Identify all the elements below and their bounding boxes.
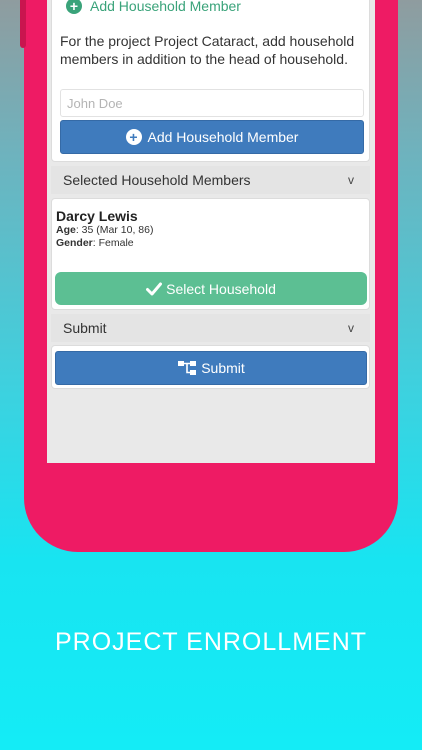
add-member-panel: + Add Household Member For the project P… (51, 0, 370, 162)
submit-section-header[interactable]: Submit v (51, 314, 370, 342)
chevron-down-icon: v (348, 321, 354, 335)
selected-members-panel: Darcy Lewis Age: 35 (Mar 10, 86) Gender:… (51, 198, 370, 310)
add-household-member-button-label: Add Household Member (147, 129, 299, 145)
submit-section-title: Submit (63, 320, 107, 336)
enrollment-description: For the project Project Cataract, add ho… (60, 33, 355, 67)
member-gender: Gender: Female (56, 237, 134, 249)
add-household-member-link-label: Add Household Member (90, 0, 241, 14)
select-household-button[interactable]: Select Household (55, 272, 367, 305)
select-household-button-label: Select Household (166, 280, 276, 297)
member-gender-value: : Female (92, 237, 134, 249)
member-name-input[interactable] (60, 89, 364, 117)
check-icon (146, 282, 163, 295)
submit-button-label: Submit (201, 360, 245, 376)
submit-button[interactable]: Submit (55, 351, 367, 385)
phone-side-edge (20, 0, 26, 48)
submit-panel: Submit (51, 345, 370, 389)
chevron-down-icon: v (348, 173, 354, 187)
member-age: Age: 35 (Mar 10, 86) (56, 224, 153, 236)
add-household-member-link[interactable]: + Add Household Member (66, 0, 241, 14)
app-screen: + Add Household Member For the project P… (47, 0, 375, 463)
member-age-label: Age (56, 224, 76, 236)
sitemap-icon (178, 361, 197, 375)
selected-members-section-header[interactable]: Selected Household Members v (51, 166, 370, 194)
add-household-member-button[interactable]: + Add Household Member (60, 120, 364, 154)
marketing-caption: PROJECT ENROLLMENT (54, 628, 368, 656)
plus-circle-icon: + (125, 129, 142, 145)
selected-members-section-title: Selected Household Members (63, 172, 251, 188)
plus-circle-icon: + (66, 0, 82, 14)
member-age-value: : 35 (Mar 10, 86) (75, 224, 154, 236)
member-name: Darcy Lewis (56, 208, 138, 224)
member-gender-label: Gender (56, 237, 93, 249)
